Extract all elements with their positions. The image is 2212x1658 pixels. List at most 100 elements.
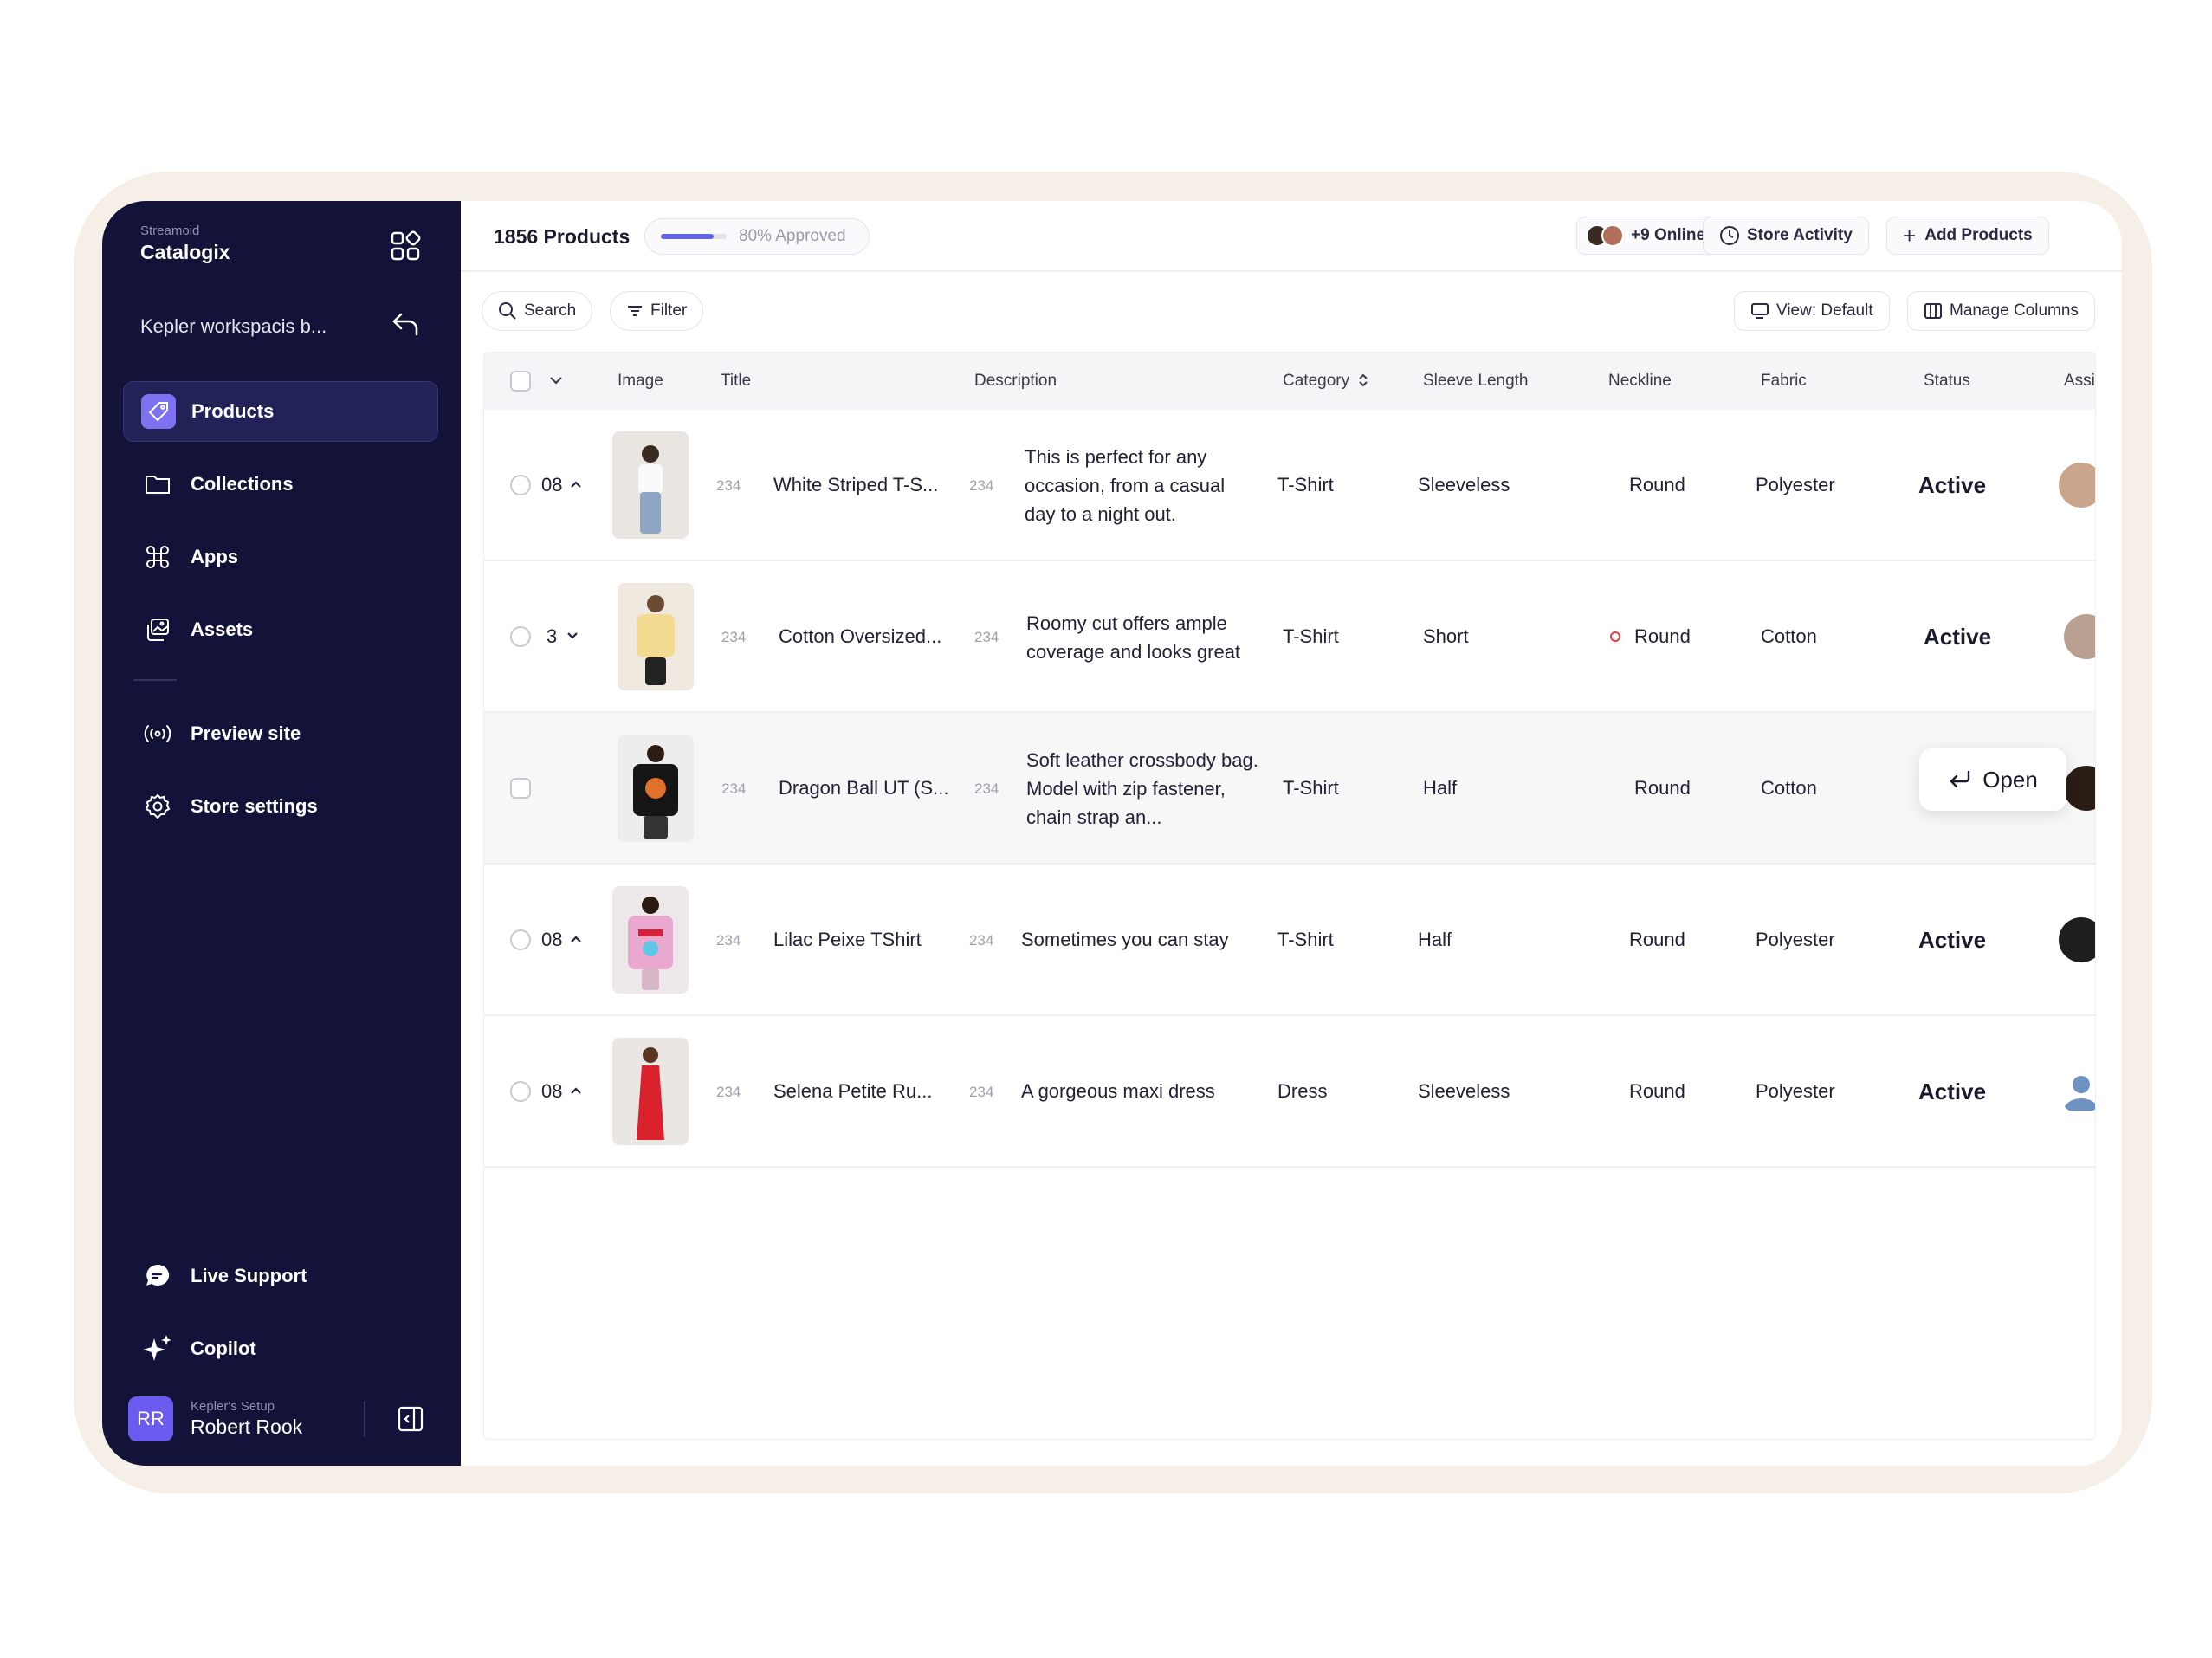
column-header-status[interactable]: Status — [1924, 372, 1970, 391]
product-image[interactable] — [612, 1038, 689, 1145]
add-products-button[interactable]: + Add Products — [1886, 217, 2049, 255]
product-fabric[interactable]: Polyester — [1756, 1080, 1835, 1103]
sidebar-item-store-settings[interactable]: Store settings — [123, 776, 438, 837]
product-description[interactable]: Sometimes you can stay — [1021, 929, 1229, 951]
profile-workspace: Kepler's Setup — [191, 1399, 275, 1414]
avatar[interactable] — [2064, 766, 2095, 811]
columns-icon — [1924, 303, 1942, 319]
chevron-down-icon[interactable] — [566, 631, 579, 641]
column-header-category[interactable]: Category — [1283, 372, 1369, 391]
product-image[interactable] — [612, 886, 689, 994]
sidebar-item-live-support[interactable]: Live Support — [123, 1246, 438, 1306]
store-activity-button[interactable]: Store Activity — [1703, 217, 1869, 255]
column-header-neckline[interactable]: Neckline — [1608, 372, 1672, 391]
product-id: 234 — [969, 477, 994, 494]
sidebar-item-assets[interactable]: Assets — [123, 599, 438, 660]
product-title[interactable]: Dragon Ball UT (S... — [779, 777, 948, 800]
view-selector[interactable]: View: Default — [1734, 291, 1890, 331]
sidebar-item-copilot[interactable]: Copilot — [123, 1318, 438, 1379]
sidebar-item-collections[interactable]: Collections — [123, 454, 438, 515]
sidebar-item-label: Preview site — [191, 722, 301, 744]
broadcast-icon — [140, 716, 175, 751]
online-count: +9 Online — [1631, 226, 1706, 244]
select-all-checkbox[interactable] — [510, 371, 531, 392]
product-description[interactable]: This is perfect for any occasion, from a… — [1025, 443, 1258, 528]
product-fabric[interactable]: Cotton — [1761, 777, 1817, 800]
row-checkbox[interactable] — [510, 475, 531, 495]
product-neckline[interactable]: Round — [1629, 929, 1685, 951]
app-switcher-icon[interactable] — [390, 230, 421, 262]
manage-columns-button[interactable]: Manage Columns — [1907, 291, 2095, 331]
product-category[interactable]: Dress — [1277, 1080, 1327, 1103]
column-header-image[interactable]: Image — [618, 372, 663, 391]
row-checkbox[interactable] — [510, 1081, 531, 1102]
product-image[interactable] — [612, 431, 689, 539]
product-sleeve-length[interactable]: Half — [1423, 777, 1457, 800]
search-button[interactable]: Search — [482, 291, 593, 331]
product-category[interactable]: T-Shirt — [1277, 474, 1334, 496]
column-header-assignee[interactable]: Assi — [2064, 372, 2095, 391]
product-category[interactable]: T-Shirt — [1283, 777, 1339, 800]
product-fabric[interactable]: Polyester — [1756, 474, 1835, 496]
user-profile[interactable]: RR Kepler's Setup Robert Rook — [128, 1396, 302, 1441]
table-row[interactable]: 3 234 Cotton Oversized... 234 Roomy cut … — [484, 561, 2095, 713]
back-arrow-icon[interactable] — [390, 308, 421, 344]
table-row[interactable]: 08 234 Selena Petite Ru... 234 A gorgeou… — [484, 1016, 2095, 1168]
chevron-up-icon[interactable] — [569, 1085, 583, 1096]
column-header-fabric[interactable]: Fabric — [1761, 372, 1807, 391]
product-image[interactable] — [618, 735, 694, 842]
collapse-sidebar-icon[interactable] — [397, 1405, 424, 1437]
main-content: 1856 Products 80% Approved +9 Online Sto… — [461, 201, 2122, 1466]
status-badge[interactable]: Active — [1924, 624, 1991, 651]
product-fabric[interactable]: Cotton — [1761, 625, 1817, 648]
product-category[interactable]: T-Shirt — [1283, 625, 1339, 648]
product-neckline[interactable]: Round — [1629, 474, 1685, 496]
table-row[interactable]: 08 234 White Striped T-S... 234 This is … — [484, 410, 2095, 561]
product-description[interactable]: Soft leather crossbody bag. Model with z… — [1026, 746, 1260, 832]
chevron-down-icon[interactable] — [548, 375, 564, 385]
column-header-description[interactable]: Description — [974, 372, 1057, 391]
product-title[interactable]: White Striped T-S... — [773, 474, 938, 496]
product-neckline[interactable]: Round — [1634, 625, 1691, 648]
avatar[interactable] — [2064, 614, 2095, 659]
table-row[interactable]: 08 234 Lilac Peixe TShirt 234 Sometimes … — [484, 865, 2095, 1016]
product-fabric[interactable]: Polyester — [1756, 929, 1835, 951]
filter-button[interactable]: Filter — [610, 291, 704, 331]
product-sleeve-length[interactable]: Half — [1418, 929, 1452, 951]
sidebar-item-apps[interactable]: Apps — [123, 527, 438, 587]
status-badge[interactable]: Active — [1918, 472, 1986, 499]
column-header-sleeve-length[interactable]: Sleeve Length — [1423, 372, 1529, 391]
online-users-button[interactable]: +9 Online — [1576, 217, 1721, 255]
row-checkbox[interactable] — [510, 778, 531, 799]
sidebar-item-preview-site[interactable]: Preview site — [123, 703, 438, 764]
avatar[interactable] — [2059, 917, 2095, 962]
product-sleeve-length[interactable]: Sleeveless — [1418, 1080, 1510, 1103]
table-row[interactable]: 234 Dragon Ball UT (S... 234 Soft leathe… — [484, 713, 2095, 865]
chevron-up-icon[interactable] — [569, 479, 583, 489]
product-neckline[interactable]: Round — [1634, 777, 1691, 800]
product-description[interactable]: Roomy cut offers ample coverage and look… — [1026, 609, 1260, 666]
product-image[interactable] — [618, 583, 694, 690]
row-checkbox[interactable] — [510, 626, 531, 647]
product-neckline[interactable]: Round — [1629, 1080, 1685, 1103]
sidebar-item-label: Products — [191, 400, 275, 422]
product-sleeve-length[interactable]: Short — [1423, 625, 1469, 648]
products-table: Image Title Description Category Sleeve … — [483, 352, 2096, 1440]
product-category[interactable]: T-Shirt — [1277, 929, 1334, 951]
open-row-popover[interactable]: Open — [1919, 748, 2066, 811]
product-description[interactable]: A gorgeous maxi dress — [1021, 1080, 1215, 1103]
product-title[interactable]: Cotton Oversized... — [779, 625, 941, 648]
status-badge[interactable]: Active — [1918, 1078, 1986, 1105]
workspace-name[interactable]: Kepler workspacis b... — [140, 315, 327, 338]
validation-alert-icon[interactable] — [1610, 631, 1620, 642]
column-header-title[interactable]: Title — [721, 372, 751, 391]
status-badge[interactable]: Active — [1918, 927, 1986, 954]
product-title[interactable]: Selena Petite Ru... — [773, 1080, 932, 1103]
user-placeholder-icon[interactable] — [2059, 1069, 2095, 1114]
avatar[interactable] — [2059, 463, 2095, 508]
sidebar-item-products[interactable]: Products — [123, 381, 438, 442]
row-checkbox[interactable] — [510, 929, 531, 950]
product-title[interactable]: Lilac Peixe TShirt — [773, 929, 922, 951]
chevron-up-icon[interactable] — [569, 934, 583, 944]
product-sleeve-length[interactable]: Sleeveless — [1418, 474, 1510, 496]
